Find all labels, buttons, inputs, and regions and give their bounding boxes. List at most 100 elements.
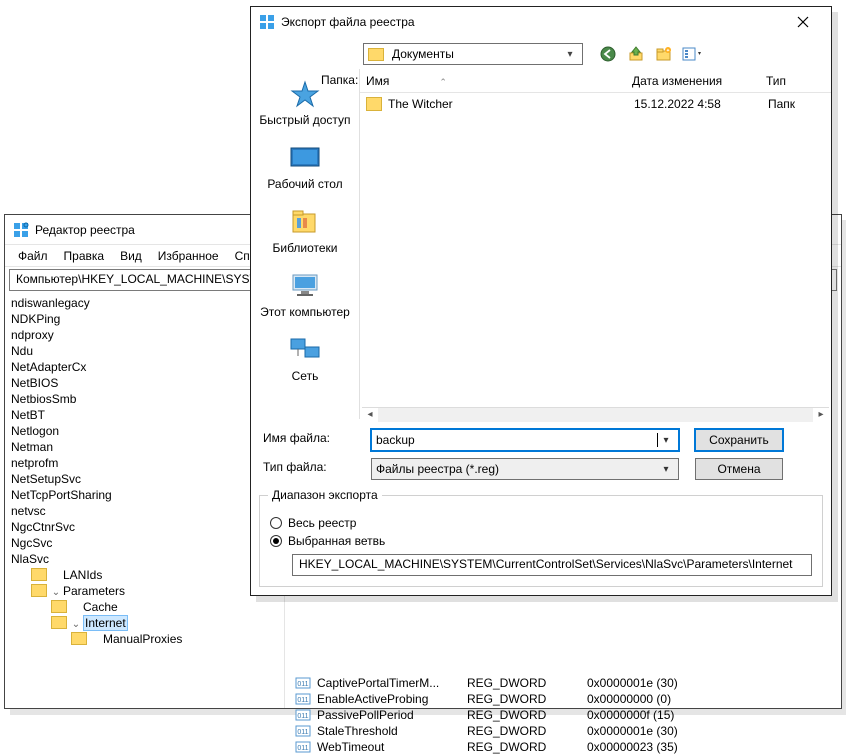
- tree-item[interactable]: Netlogon: [5, 423, 284, 439]
- value-row[interactable]: 011PassivePollPeriodREG_DWORD0x0000000f …: [285, 707, 841, 723]
- sidebar: Быстрый доступ Рабочий стол Библиотеки Э…: [251, 69, 359, 419]
- tree-item[interactable]: NetBT: [5, 407, 284, 423]
- folder-label: Папка:: [321, 73, 358, 87]
- dword-icon: 011: [295, 708, 311, 722]
- export-title: Экспорт файла реестра: [281, 15, 415, 29]
- up-icon[interactable]: [625, 43, 647, 65]
- col-date[interactable]: Дата изменения: [632, 74, 766, 88]
- tree-item[interactable]: ⌄Internet: [5, 615, 284, 631]
- value-row[interactable]: 011EnableActiveProbingREG_DWORD0x0000000…: [285, 691, 841, 707]
- list-header[interactable]: Имя⌃ Дата изменения Тип: [360, 69, 831, 93]
- value-row[interactable]: 011CaptivePortalTimerM...REG_DWORD0x0000…: [285, 675, 841, 691]
- cancel-button[interactable]: Отмена: [695, 458, 783, 480]
- value-row[interactable]: 011WebTimeoutREG_DWORD0x00000023 (35): [285, 739, 841, 755]
- export-dialog: Экспорт файла реестра Папка: Документы ▾…: [250, 6, 832, 596]
- tree-item[interactable]: Ndu: [5, 343, 284, 359]
- svg-text:011: 011: [297, 729, 308, 736]
- star-icon: [288, 79, 322, 109]
- filetype-label: Тип файла:: [263, 460, 363, 474]
- col-name[interactable]: Имя⌃: [364, 74, 632, 88]
- back-icon[interactable]: [597, 43, 619, 65]
- export-title-bar[interactable]: Экспорт файла реестра: [251, 7, 831, 37]
- chevron-down-icon: ▾: [562, 49, 578, 60]
- filetype-combo[interactable]: Файлы реестра (*.reg) ▾: [371, 458, 679, 480]
- svg-text:011: 011: [297, 745, 308, 752]
- sidebar-item-label: Рабочий стол: [267, 177, 342, 191]
- radio-branch[interactable]: Выбранная ветвь: [270, 532, 812, 550]
- desktop-icon: [288, 143, 322, 173]
- svg-text:✦: ✦: [666, 48, 670, 54]
- filename-label: Имя файла:: [263, 431, 363, 445]
- tree-item[interactable]: LANIds: [5, 567, 284, 583]
- regedit-tree[interactable]: ndiswanlegacyNDKPingndproxyNduNetAdapter…: [5, 293, 285, 708]
- folder-name: Документы: [388, 47, 562, 61]
- filename-input[interactable]: backup ▾: [371, 429, 679, 451]
- dword-icon: 011: [295, 676, 311, 690]
- tree-item[interactable]: NetSetupSvc: [5, 471, 284, 487]
- sort-caret-icon: ⌃: [439, 77, 447, 87]
- expander-icon: ⌄: [71, 619, 81, 630]
- tree-item[interactable]: Netman: [5, 439, 284, 455]
- sidebar-item-label: Сеть: [292, 369, 319, 383]
- menu-view[interactable]: Вид: [113, 247, 149, 265]
- regedit-icon: [259, 14, 275, 30]
- file-date: 15.12.2022 4:58: [634, 97, 768, 111]
- tree-item[interactable]: NetbiosSmb: [5, 391, 284, 407]
- tree-item[interactable]: NDKPing: [5, 311, 284, 327]
- sidebar-item-desktop[interactable]: Рабочий стол: [251, 143, 359, 191]
- sidebar-item-label: Быстрый доступ: [259, 113, 350, 127]
- dword-icon: 011: [295, 724, 311, 738]
- tree-item[interactable]: NgcCtnrSvc: [5, 519, 284, 535]
- svg-text:011: 011: [297, 697, 308, 704]
- sidebar-item-pc[interactable]: Этот компьютер: [251, 271, 359, 319]
- file-list[interactable]: Имя⌃ Дата изменения Тип The Witcher 15.1…: [359, 69, 831, 419]
- menu-edit[interactable]: Правка: [57, 247, 112, 265]
- dword-icon: 011: [295, 692, 311, 706]
- tree-item[interactable]: NetBIOS: [5, 375, 284, 391]
- folder-combo[interactable]: Документы ▾: [363, 43, 583, 65]
- tree-item[interactable]: ndproxy: [5, 327, 284, 343]
- close-icon[interactable]: [783, 8, 823, 36]
- menu-file[interactable]: Файл: [11, 247, 55, 265]
- sidebar-item-label: Этот компьютер: [260, 305, 350, 319]
- tree-item[interactable]: NetAdapterCx: [5, 359, 284, 375]
- radio-icon: [270, 535, 282, 547]
- list-item[interactable]: The Witcher 15.12.2022 4:58 Папк: [360, 93, 831, 115]
- tree-item[interactable]: Cache: [5, 599, 284, 615]
- libraries-icon: [288, 207, 322, 237]
- tree-item[interactable]: ⌄Parameters: [5, 583, 284, 599]
- radio-all-label: Весь реестр: [288, 516, 356, 530]
- menu-fav[interactable]: Избранное: [151, 247, 226, 265]
- tree-item[interactable]: ndiswanlegacy: [5, 295, 284, 311]
- network-icon: [288, 335, 322, 365]
- radio-all[interactable]: Весь реестр: [270, 514, 812, 532]
- folder-icon: [368, 48, 384, 61]
- svg-text:011: 011: [297, 681, 308, 688]
- chevron-down-icon: ▾: [658, 464, 674, 475]
- tree-item[interactable]: NgcSvc: [5, 535, 284, 551]
- filetype-value: Файлы реестра (*.reg): [376, 462, 658, 476]
- tree-item[interactable]: NlaSvc: [5, 551, 284, 567]
- tree-item[interactable]: netprofm: [5, 455, 284, 471]
- tree-item[interactable]: NetTcpPortSharing: [5, 487, 284, 503]
- save-button[interactable]: Сохранить: [695, 429, 783, 451]
- radio-branch-label: Выбранная ветвь: [288, 534, 385, 548]
- tree-item[interactable]: ManualProxies: [5, 631, 284, 647]
- branch-path-input[interactable]: HKEY_LOCAL_MACHINE\SYSTEM\CurrentControl…: [292, 554, 812, 576]
- regedit-icon: [13, 222, 29, 238]
- chevron-down-icon: ▾: [658, 435, 674, 446]
- export-range-group: Диапазон экспорта Весь реестр Выбранная …: [259, 495, 823, 587]
- dword-icon: 011: [295, 740, 311, 754]
- value-row[interactable]: 011StaleThresholdREG_DWORD0x0000001e (30…: [285, 723, 841, 739]
- radio-icon: [270, 517, 282, 529]
- tree-item[interactable]: netvsc: [5, 503, 284, 519]
- svg-text:011: 011: [297, 713, 308, 720]
- folder-icon: [366, 97, 382, 111]
- new-folder-icon[interactable]: ✦: [653, 43, 675, 65]
- file-type: Папк: [768, 97, 831, 111]
- sidebar-item-libraries[interactable]: Библиотеки: [251, 207, 359, 255]
- col-type[interactable]: Тип: [766, 74, 831, 88]
- sidebar-item-network[interactable]: Сеть: [251, 335, 359, 383]
- views-icon[interactable]: [681, 43, 703, 65]
- filename-value: backup: [376, 433, 659, 447]
